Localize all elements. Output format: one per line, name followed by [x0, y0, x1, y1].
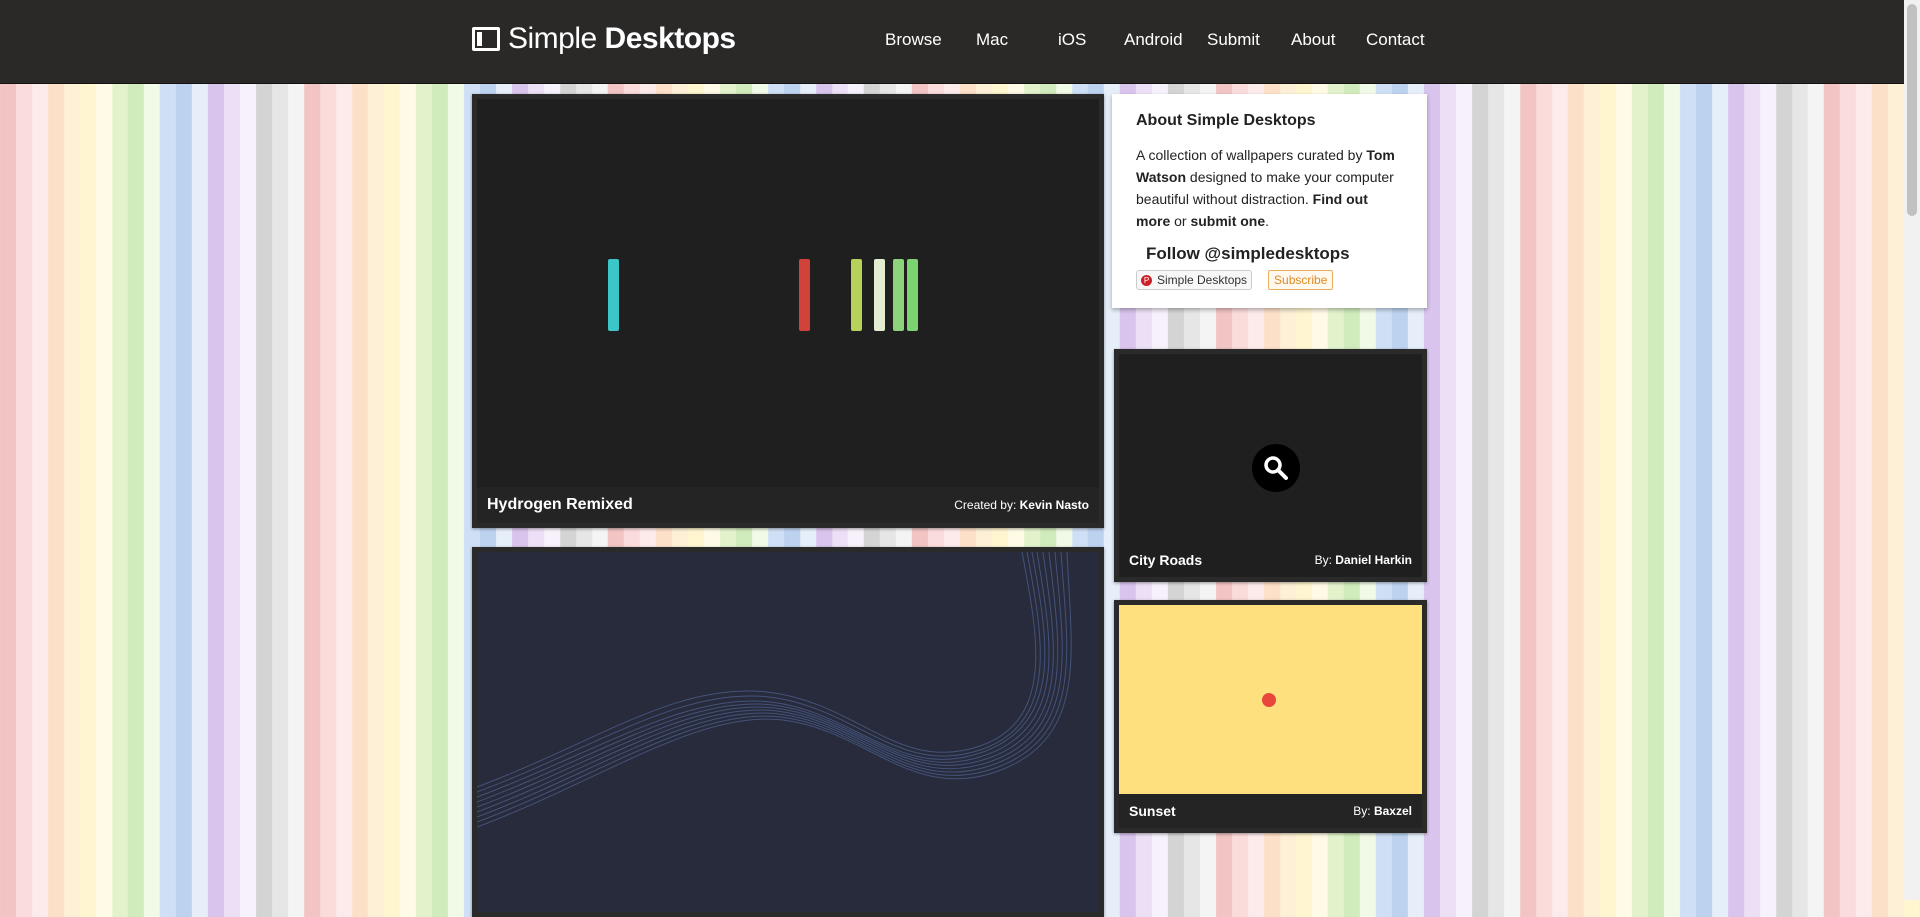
wallpaper-title[interactable]: Hydrogen Remixed: [487, 496, 633, 514]
nav-mac[interactable]: Mac: [976, 30, 1008, 50]
credit-author[interactable]: Baxzel: [1374, 804, 1412, 818]
wallpaper-credit: Created by: Kevin Nasto: [954, 498, 1089, 512]
logo-text-light: Simple: [508, 22, 597, 55]
credit-author[interactable]: Kevin Nasto: [1020, 498, 1089, 512]
site-logo[interactable]: Simple Desktops: [472, 22, 736, 56]
wallpaper-caption: Hydrogen Remixed Created by: Kevin Nasto: [477, 487, 1099, 523]
nav-ios[interactable]: iOS: [1058, 30, 1086, 50]
wallpaper-title[interactable]: Sunset: [1129, 803, 1176, 819]
logo-text-bold: Desktops: [604, 22, 737, 55]
page-scrollbar[interactable]: [1904, 0, 1920, 900]
about-description: A collection of wallpapers curated by To…: [1136, 147, 1395, 229]
wallpaper-preview-sunset[interactable]: [1119, 605, 1422, 795]
logo-text: Simple Desktops: [508, 22, 736, 56]
wallpaper-credit: By: Daniel Harkin: [1315, 553, 1412, 567]
scrollbar-thumb[interactable]: [1907, 4, 1917, 216]
wallpaper-preview-city-roads[interactable]: [1119, 354, 1422, 544]
side-wallpaper-card-2[interactable]: Sunset By: Baxzel: [1114, 600, 1427, 833]
wallpaper-caption: City Roads By: Daniel Harkin: [1119, 543, 1422, 577]
desktop-icon: [472, 27, 500, 51]
pinterest-icon: P: [1141, 274, 1152, 286]
wallpaper-caption: Sunset By: Baxzel: [1119, 794, 1422, 828]
featured-wallpaper-card[interactable]: Hydrogen Remixed Created by: Kevin Nasto: [472, 94, 1104, 528]
nav-android[interactable]: Android: [1124, 30, 1183, 50]
pinterest-button[interactable]: P Simple Desktops: [1136, 270, 1253, 290]
side-wallpaper-card[interactable]: City Roads By: Daniel Harkin: [1114, 349, 1427, 582]
credit-label: By:: [1353, 804, 1371, 818]
credit-author[interactable]: Daniel Harkin: [1335, 553, 1412, 567]
credit-label: Created by:: [954, 498, 1017, 512]
about-heading: About Simple Desktops: [1136, 112, 1316, 129]
wallpaper-title[interactable]: City Roads: [1129, 552, 1202, 568]
nav-submit[interactable]: Submit: [1207, 30, 1260, 50]
credit-label: By:: [1314, 553, 1332, 567]
wallpaper-credit: By: Baxzel: [1353, 804, 1412, 818]
about-panel: About Simple Desktops A collection of wa…: [1112, 94, 1427, 308]
featured-wallpaper-card-2[interactable]: [472, 547, 1104, 917]
pinterest-label: Simple Desktops: [1157, 273, 1248, 287]
nav-contact[interactable]: Contact: [1366, 30, 1425, 50]
site-header: Simple Desktops Browse Mac iOS Android S…: [0, 0, 1904, 84]
social-buttons: P Simple Desktops Subscribe: [1136, 270, 1403, 290]
follow-link[interactable]: Follow @simpledesktops: [1146, 244, 1403, 264]
wallpaper-preview-lines[interactable]: [477, 552, 1099, 912]
nav-browse[interactable]: Browse: [885, 30, 942, 50]
subscribe-button[interactable]: Subscribe: [1268, 270, 1334, 290]
magnifier-icon[interactable]: [1252, 444, 1300, 492]
submit-one-link[interactable]: submit one: [1190, 213, 1265, 229]
nav-about[interactable]: About: [1291, 30, 1335, 50]
wallpaper-preview-hydrogen[interactable]: [477, 99, 1099, 489]
